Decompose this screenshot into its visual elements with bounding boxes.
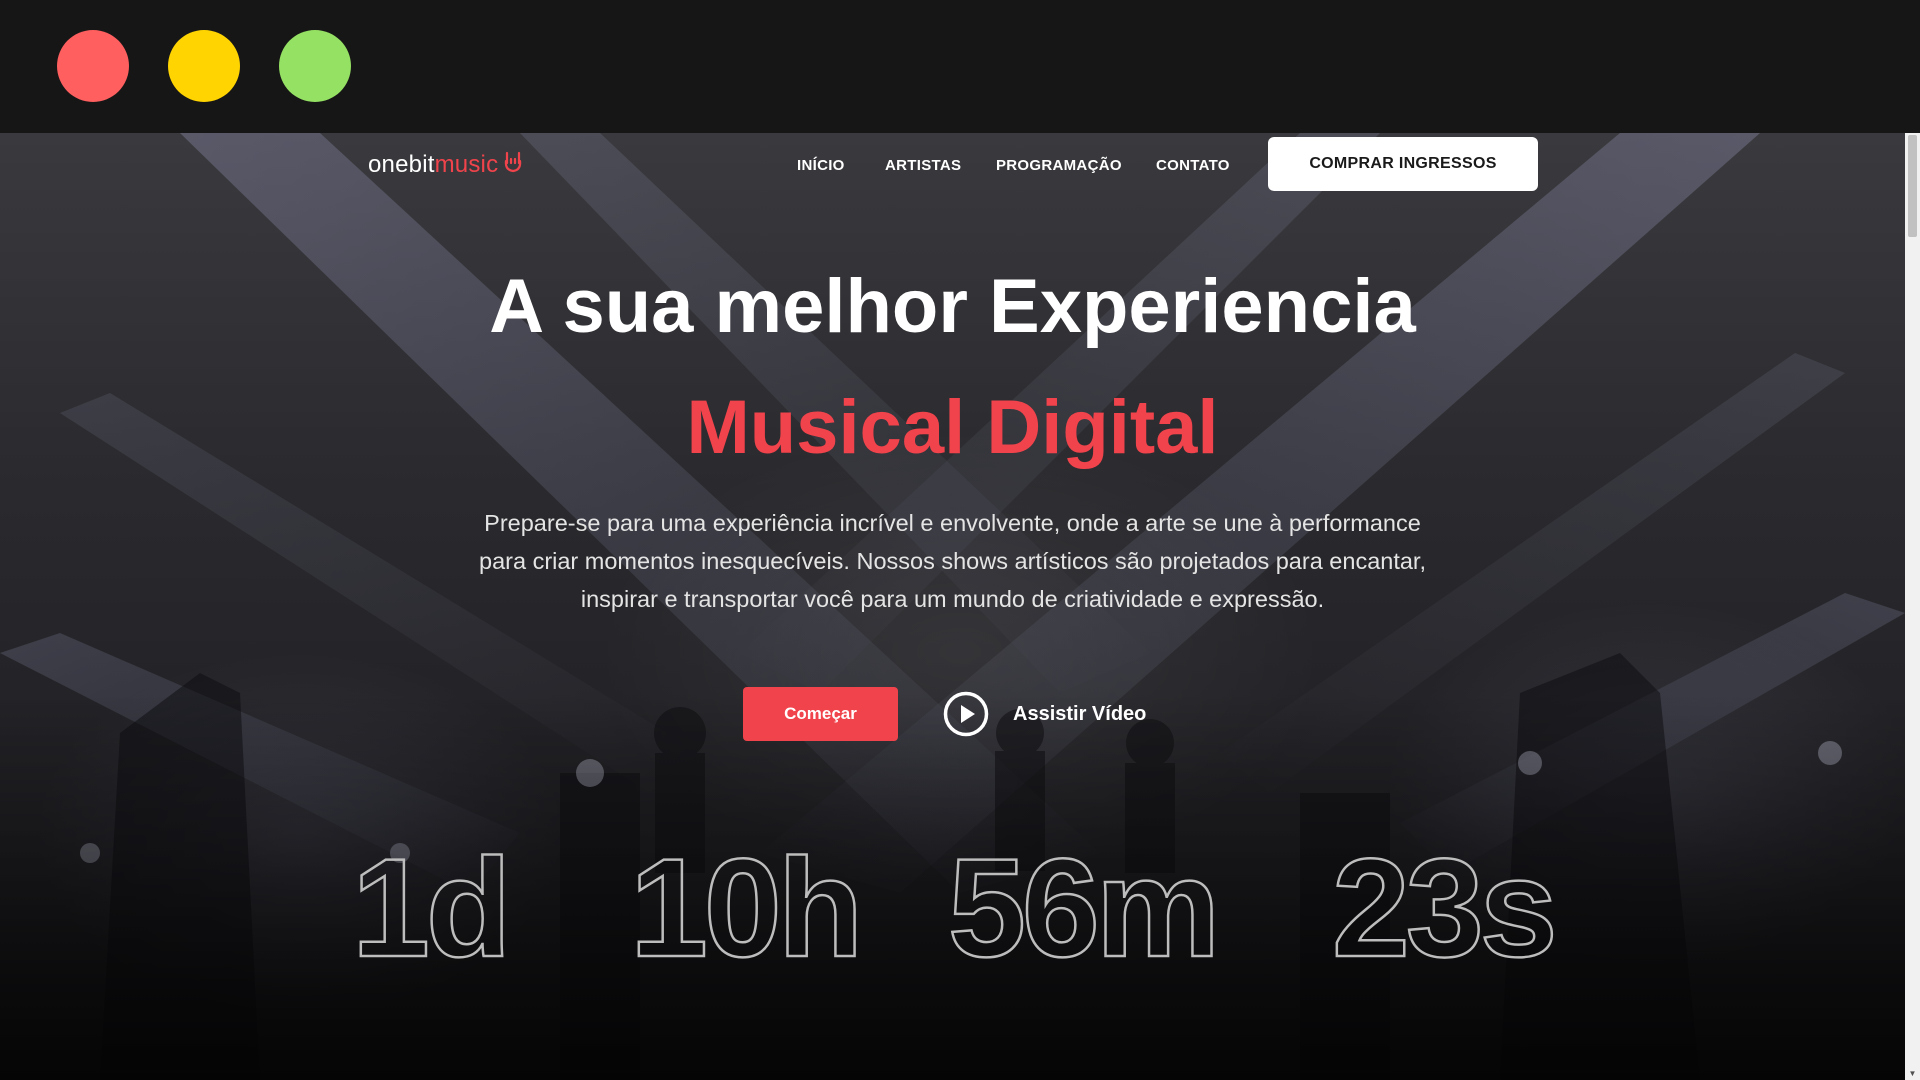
play-circle-icon	[943, 691, 989, 737]
countdown-seconds: 23s	[1331, 829, 1559, 986]
event-countdown: 1d 10h 56m 23s	[0, 829, 1905, 986]
scroll-down-arrow-icon[interactable]: ▼	[1908, 1069, 1917, 1078]
minimize-window-button[interactable]	[168, 30, 240, 102]
scrollbar-thumb[interactable]	[1908, 135, 1917, 237]
nav-link-artistas[interactable]: ARTISTAS	[885, 157, 961, 174]
countdown-hours: 10h	[629, 829, 865, 986]
page-viewport: onebit music INÍCIO ARTISTAS PROGRAMAÇÃO …	[0, 133, 1905, 1080]
nav-link-inicio[interactable]: INÍCIO	[797, 157, 845, 174]
brand-name-primary: onebit	[368, 151, 435, 178]
rock-hand-icon	[504, 151, 522, 179]
close-window-button[interactable]	[57, 30, 129, 102]
nav-link-programacao[interactable]: PROGRAMAÇÃO	[996, 157, 1122, 174]
watch-video-button[interactable]: Assistir Vídeo	[943, 690, 1146, 738]
brand-logo[interactable]: onebit music	[368, 151, 522, 179]
countdown-days: 1d	[351, 829, 513, 986]
maximize-window-button[interactable]	[279, 30, 351, 102]
nav-link-contato[interactable]: CONTATO	[1156, 157, 1230, 174]
brand-name-accent: music	[434, 151, 499, 178]
hero-title: A sua melhor Experiencia	[489, 264, 1416, 349]
page-scrollbar[interactable]: ▼	[1905, 133, 1920, 1080]
window-titlebar	[0, 0, 1920, 133]
start-button[interactable]: Começar	[743, 687, 898, 741]
hero-description: Prepare-se para uma experiência incrível…	[479, 510, 1426, 612]
watch-video-label: Assistir Vídeo	[1013, 702, 1147, 725]
countdown-minutes: 56m	[947, 829, 1222, 986]
hero-title-accent: Musical Digital	[686, 385, 1219, 470]
buy-tickets-button[interactable]: COMPRAR INGRESSOS	[1268, 137, 1538, 191]
